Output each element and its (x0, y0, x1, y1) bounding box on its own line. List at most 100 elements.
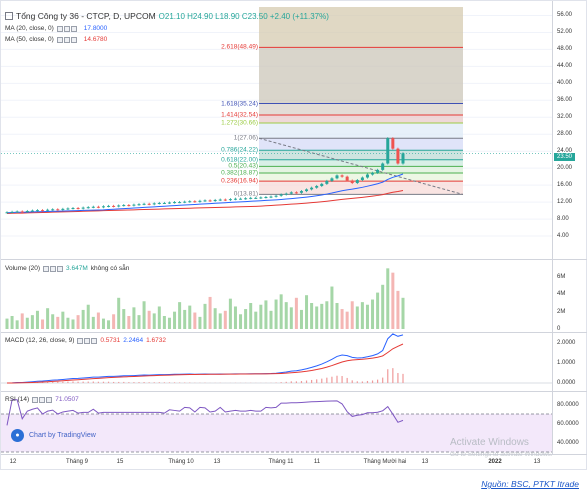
volume-bar (188, 305, 192, 329)
eye-icon[interactable] (56, 25, 63, 32)
settings-icon[interactable] (63, 36, 70, 43)
candle-body (112, 205, 116, 207)
volume-bar (20, 313, 24, 329)
macd-histogram-bar (321, 378, 323, 383)
volume-bar (345, 311, 349, 329)
macd-axis[interactable]: 2.0000 1.0000 0.0000 (552, 333, 587, 391)
settings-icon[interactable] (63, 25, 70, 32)
macd-histogram-bar (72, 381, 74, 383)
close-icon[interactable] (46, 396, 53, 403)
fib-zone-band (259, 159, 463, 167)
volume-extra: không có sẵn (90, 265, 130, 272)
volume-bar (5, 318, 9, 329)
rsi-axis-tick: 40.0000 (557, 439, 579, 446)
volume-axis[interactable]: 6M 4M 2M 0 (552, 260, 587, 332)
macd-histogram-bar (179, 382, 181, 383)
eye-icon[interactable] (32, 396, 39, 403)
price-pane[interactable]: Tổng Công ty 36 - CTCP, D, UPCOM O21.10 … (1, 1, 552, 259)
close-icon[interactable] (91, 337, 98, 344)
volume-bar (218, 313, 222, 329)
price-axis-tick: 44.00 (557, 63, 573, 70)
candle-body (137, 204, 141, 206)
macd-histogram-bar (382, 377, 384, 383)
candle-body (228, 199, 232, 201)
macd-histogram-bar (143, 382, 145, 383)
price-axis-tick: 8.00 (557, 216, 569, 223)
eye-icon[interactable] (77, 337, 84, 344)
candle-body (81, 207, 85, 209)
close-icon[interactable] (57, 265, 64, 272)
macd-histogram-bar (280, 382, 282, 383)
macd-histogram-bar (168, 382, 171, 383)
price-axis-tick: 20.00 (557, 165, 573, 172)
candle-body (279, 194, 283, 196)
volume-bar (299, 309, 303, 329)
ma50-controls[interactable] (56, 36, 77, 43)
price-axis-tick: 48.00 (557, 46, 573, 53)
volume-bar (335, 303, 339, 329)
volume-axis-tick: 6M (557, 274, 566, 280)
candle-body (188, 201, 192, 203)
candle-body (305, 189, 309, 192)
macd-histogram-bar (107, 381, 110, 383)
candle-body (178, 202, 182, 204)
time-axis-tick: 11 (313, 459, 321, 465)
macd-histogram-bar (118, 381, 120, 383)
macd-histogram-bar (57, 381, 59, 383)
eye-icon[interactable] (43, 265, 50, 272)
collapse-icon[interactable] (5, 12, 13, 20)
close-icon[interactable] (70, 36, 77, 43)
volume-bar (30, 315, 34, 329)
macd-label: MACD (12, 26, close, 9) (5, 337, 75, 344)
macd-value-3: 1.6732 (146, 337, 167, 344)
candle-body (350, 180, 354, 184)
candle-body (10, 211, 14, 213)
volume-bar (310, 303, 314, 329)
activate-windows-subtext: Go to Settings to activate Windows. (450, 451, 553, 458)
candle-body (310, 187, 314, 190)
close-icon[interactable] (70, 25, 77, 32)
volume-bar (51, 314, 55, 329)
eye-icon[interactable] (56, 36, 63, 43)
candle-body (269, 196, 273, 198)
rsi-axis[interactable]: 80.0000 60.0000 40.0000 (552, 392, 587, 454)
volume-pane[interactable]: Volume (20) 3.647M không có sẵn (1, 260, 552, 332)
candle-body (289, 192, 293, 194)
macd-histogram-bar (285, 381, 287, 383)
chart-frame[interactable]: Tổng Công ty 36 - CTCP, D, UPCOM O21.10 … (0, 0, 587, 470)
volume-bar (56, 316, 60, 329)
volume-axis-tick: 2M (557, 308, 566, 315)
volume-value: 3.647M (66, 265, 88, 272)
fib-level-label: 1.272(30.66) (221, 119, 258, 127)
volume-controls[interactable] (43, 265, 64, 272)
candle-body (132, 204, 136, 206)
ma20-legend: MA (20, close, 0) 17.8000 (5, 25, 107, 32)
settings-icon[interactable] (50, 265, 57, 272)
price-axis[interactable]: 56.00 52.00 48.00 44.00 40.00 36.00 32.00 28.00… (552, 1, 587, 259)
volume-bar (386, 268, 390, 329)
candle-body (401, 153, 405, 164)
macd-histogram-bar (173, 382, 176, 383)
volume-bar (233, 306, 237, 329)
macd-histogram-bar (158, 382, 160, 383)
candle-body (51, 209, 55, 211)
rsi-controls[interactable] (32, 396, 53, 403)
macd-controls[interactable] (77, 337, 98, 344)
macd-pane[interactable]: MACD (12, 26, close, 9) 0.5731 2.2464 1.… (1, 333, 552, 391)
tradingview-logo[interactable]: ● Chart by TradingView (11, 429, 96, 442)
candle-body (294, 192, 298, 194)
fib-zone-band (259, 114, 463, 123)
candle-body (15, 211, 19, 213)
ma20-controls[interactable] (56, 25, 77, 32)
candle-body (35, 210, 39, 212)
macd-histogram-bar (326, 377, 328, 383)
settings-icon[interactable] (39, 396, 46, 403)
main-legend: Tổng Công ty 36 - CTCP, D, UPCOM O21.10 … (5, 11, 329, 21)
macd-histogram-bar (153, 382, 155, 383)
rsi-value: 71.0507 (55, 396, 79, 403)
source-credit[interactable]: Nguồn: BSC, PTKT Itrade (481, 479, 579, 489)
volume-bar (147, 310, 151, 329)
ohlc-values: O21.10 H24.90 L18.90 C23.50 +2.40 (+11.3… (158, 11, 329, 21)
settings-icon[interactable] (84, 337, 91, 344)
price-axis-tick: 32.00 (557, 114, 573, 121)
